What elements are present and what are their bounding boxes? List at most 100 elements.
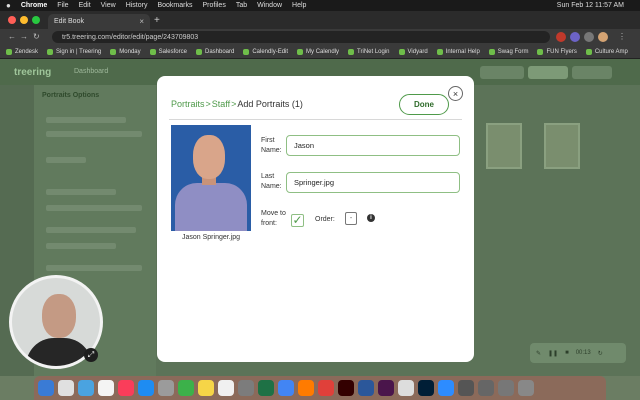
done-button[interactable]: Done xyxy=(399,94,449,115)
reminders-icon[interactable] xyxy=(218,380,234,396)
apple-logo-icon[interactable]: ● xyxy=(6,1,11,10)
browser-tab[interactable]: Edit Book × xyxy=(48,14,150,29)
bookmark[interactable]: Calendly-Edit xyxy=(243,48,288,55)
menu-bookmarks[interactable]: Bookmarks xyxy=(157,2,192,9)
slack-icon[interactable] xyxy=(378,380,394,396)
bookmark[interactable]: Internal Help xyxy=(436,48,480,55)
last-name-field[interactable]: Springer.jpg xyxy=(286,172,460,193)
presenter-head xyxy=(42,294,76,338)
address-bar[interactable]: tr5.treering.com/editor/edit/page/243709… xyxy=(52,31,550,43)
preview-icon[interactable] xyxy=(398,380,414,396)
dashboard-link[interactable]: Dashboard xyxy=(74,68,108,75)
menu-view[interactable]: View xyxy=(101,2,116,9)
activity-icon[interactable] xyxy=(238,380,254,396)
browser-menu-icon[interactable]: ⋮ xyxy=(618,32,626,41)
restart-icon[interactable]: ↻ xyxy=(598,350,603,357)
header-button[interactable] xyxy=(480,66,524,79)
safari-icon[interactable] xyxy=(78,380,94,396)
info-icon[interactable]: i xyxy=(367,214,375,222)
firefox-icon[interactable] xyxy=(298,380,314,396)
menu-history[interactable]: History xyxy=(126,2,148,9)
music-icon[interactable] xyxy=(118,380,134,396)
breadcrumb-staff[interactable]: Staff xyxy=(212,99,230,109)
chrome-icon[interactable] xyxy=(278,380,294,396)
trash-icon[interactable] xyxy=(518,380,534,396)
header-button[interactable] xyxy=(528,66,568,79)
screenshot-icon[interactable] xyxy=(458,380,474,396)
tab-close-icon[interactable]: × xyxy=(139,17,144,26)
window-thumbnail[interactable] xyxy=(478,380,494,396)
bookmark[interactable]: Dashboard xyxy=(195,48,234,55)
excel-icon[interactable] xyxy=(258,380,274,396)
photoshop-icon[interactable] xyxy=(418,380,434,396)
menubar-clock[interactable]: Sun Feb 12 11:57 AM xyxy=(557,2,624,9)
finder-icon[interactable] xyxy=(38,380,54,396)
app-store-icon[interactable] xyxy=(138,380,154,396)
pause-icon[interactable]: ❚❚ xyxy=(548,350,558,357)
bookmark[interactable]: My Calendly xyxy=(297,48,339,55)
menu-profiles[interactable]: Profiles xyxy=(202,2,225,9)
menu-help[interactable]: Help xyxy=(292,2,306,9)
word-icon[interactable] xyxy=(358,380,374,396)
zoom-window-button[interactable] xyxy=(32,16,40,24)
menu-window[interactable]: Window xyxy=(257,2,282,9)
app-icon[interactable] xyxy=(318,380,334,396)
add-portraits-modal: Portraits>Staff>Add Portraits (1) Done ×… xyxy=(157,76,474,362)
breadcrumb-portraits[interactable]: Portraits xyxy=(171,99,205,109)
bookmark[interactable]: Swag Form xyxy=(488,48,528,55)
zoom-icon[interactable] xyxy=(438,380,454,396)
window-thumbnail[interactable] xyxy=(498,380,514,396)
portrait-thumbnail[interactable] xyxy=(486,123,522,169)
extension-icon[interactable] xyxy=(570,32,580,42)
menu-tab[interactable]: Tab xyxy=(236,2,247,9)
bookmark[interactable]: Monday xyxy=(110,48,141,55)
portrait-thumbnail[interactable] xyxy=(544,123,580,169)
stop-icon[interactable]: ■ xyxy=(565,350,569,356)
breadcrumb-separator: > xyxy=(231,99,237,109)
minimize-window-button[interactable] xyxy=(20,16,28,24)
extension-icon[interactable] xyxy=(556,32,566,42)
forward-icon[interactable]: → xyxy=(20,32,28,41)
header-button[interactable] xyxy=(572,66,612,79)
system-settings-icon[interactable] xyxy=(158,380,174,396)
panel-row xyxy=(46,265,142,271)
breadcrumb-separator: > xyxy=(205,99,211,109)
bookmark[interactable]: Sign in | Treering xyxy=(47,48,101,55)
bookmark[interactable]: TriNet Login xyxy=(348,48,390,55)
move-to-front-label: Move to front: xyxy=(261,210,286,227)
order-input[interactable]: - xyxy=(345,212,357,225)
recording-toolbar: ✎ ❚❚ ■ 00:13 ↻ xyxy=(530,343,626,363)
photo-filename: Jason Springer.jpg xyxy=(182,234,240,241)
panel-title: Portraits Options xyxy=(42,92,100,99)
launchpad-icon[interactable] xyxy=(58,380,74,396)
treering-logo[interactable]: treering xyxy=(14,67,51,78)
close-icon[interactable]: × xyxy=(448,86,463,101)
bookmark[interactable]: Vidyard xyxy=(398,48,428,55)
bookmark[interactable]: Salesforce xyxy=(149,48,187,55)
bookmark[interactable]: Zendesk xyxy=(6,48,38,55)
first-name-field[interactable]: Jason xyxy=(286,135,460,156)
presenter-body xyxy=(26,338,92,366)
profile-avatar[interactable] xyxy=(598,32,608,42)
new-tab-button[interactable]: + xyxy=(154,15,160,26)
extensions-puzzle-icon[interactable] xyxy=(584,32,594,42)
portrait-photo xyxy=(171,125,251,231)
maps-icon[interactable] xyxy=(178,380,194,396)
notes-icon[interactable] xyxy=(198,380,214,396)
bookmark[interactable]: Culture Amp xyxy=(585,48,628,55)
bookmark[interactable]: FUN Flyers xyxy=(537,48,577,55)
calendar-icon[interactable] xyxy=(98,380,114,396)
reload-icon[interactable]: ↻ xyxy=(33,32,40,41)
back-icon[interactable]: ← xyxy=(8,32,16,41)
order-label: Order: xyxy=(315,216,335,223)
first-name-value: Jason xyxy=(294,141,315,150)
illustrator-icon[interactable] xyxy=(338,380,354,396)
panel-row xyxy=(46,117,126,123)
close-window-button[interactable] xyxy=(8,16,16,24)
draw-icon[interactable]: ✎ xyxy=(536,350,541,357)
menu-file[interactable]: File xyxy=(57,2,68,9)
expand-icon[interactable]: ⤢ xyxy=(84,348,98,362)
menu-chrome[interactable]: Chrome xyxy=(21,2,47,9)
menu-edit[interactable]: Edit xyxy=(79,2,91,9)
move-to-front-checkbox[interactable]: ✓ xyxy=(291,214,304,227)
